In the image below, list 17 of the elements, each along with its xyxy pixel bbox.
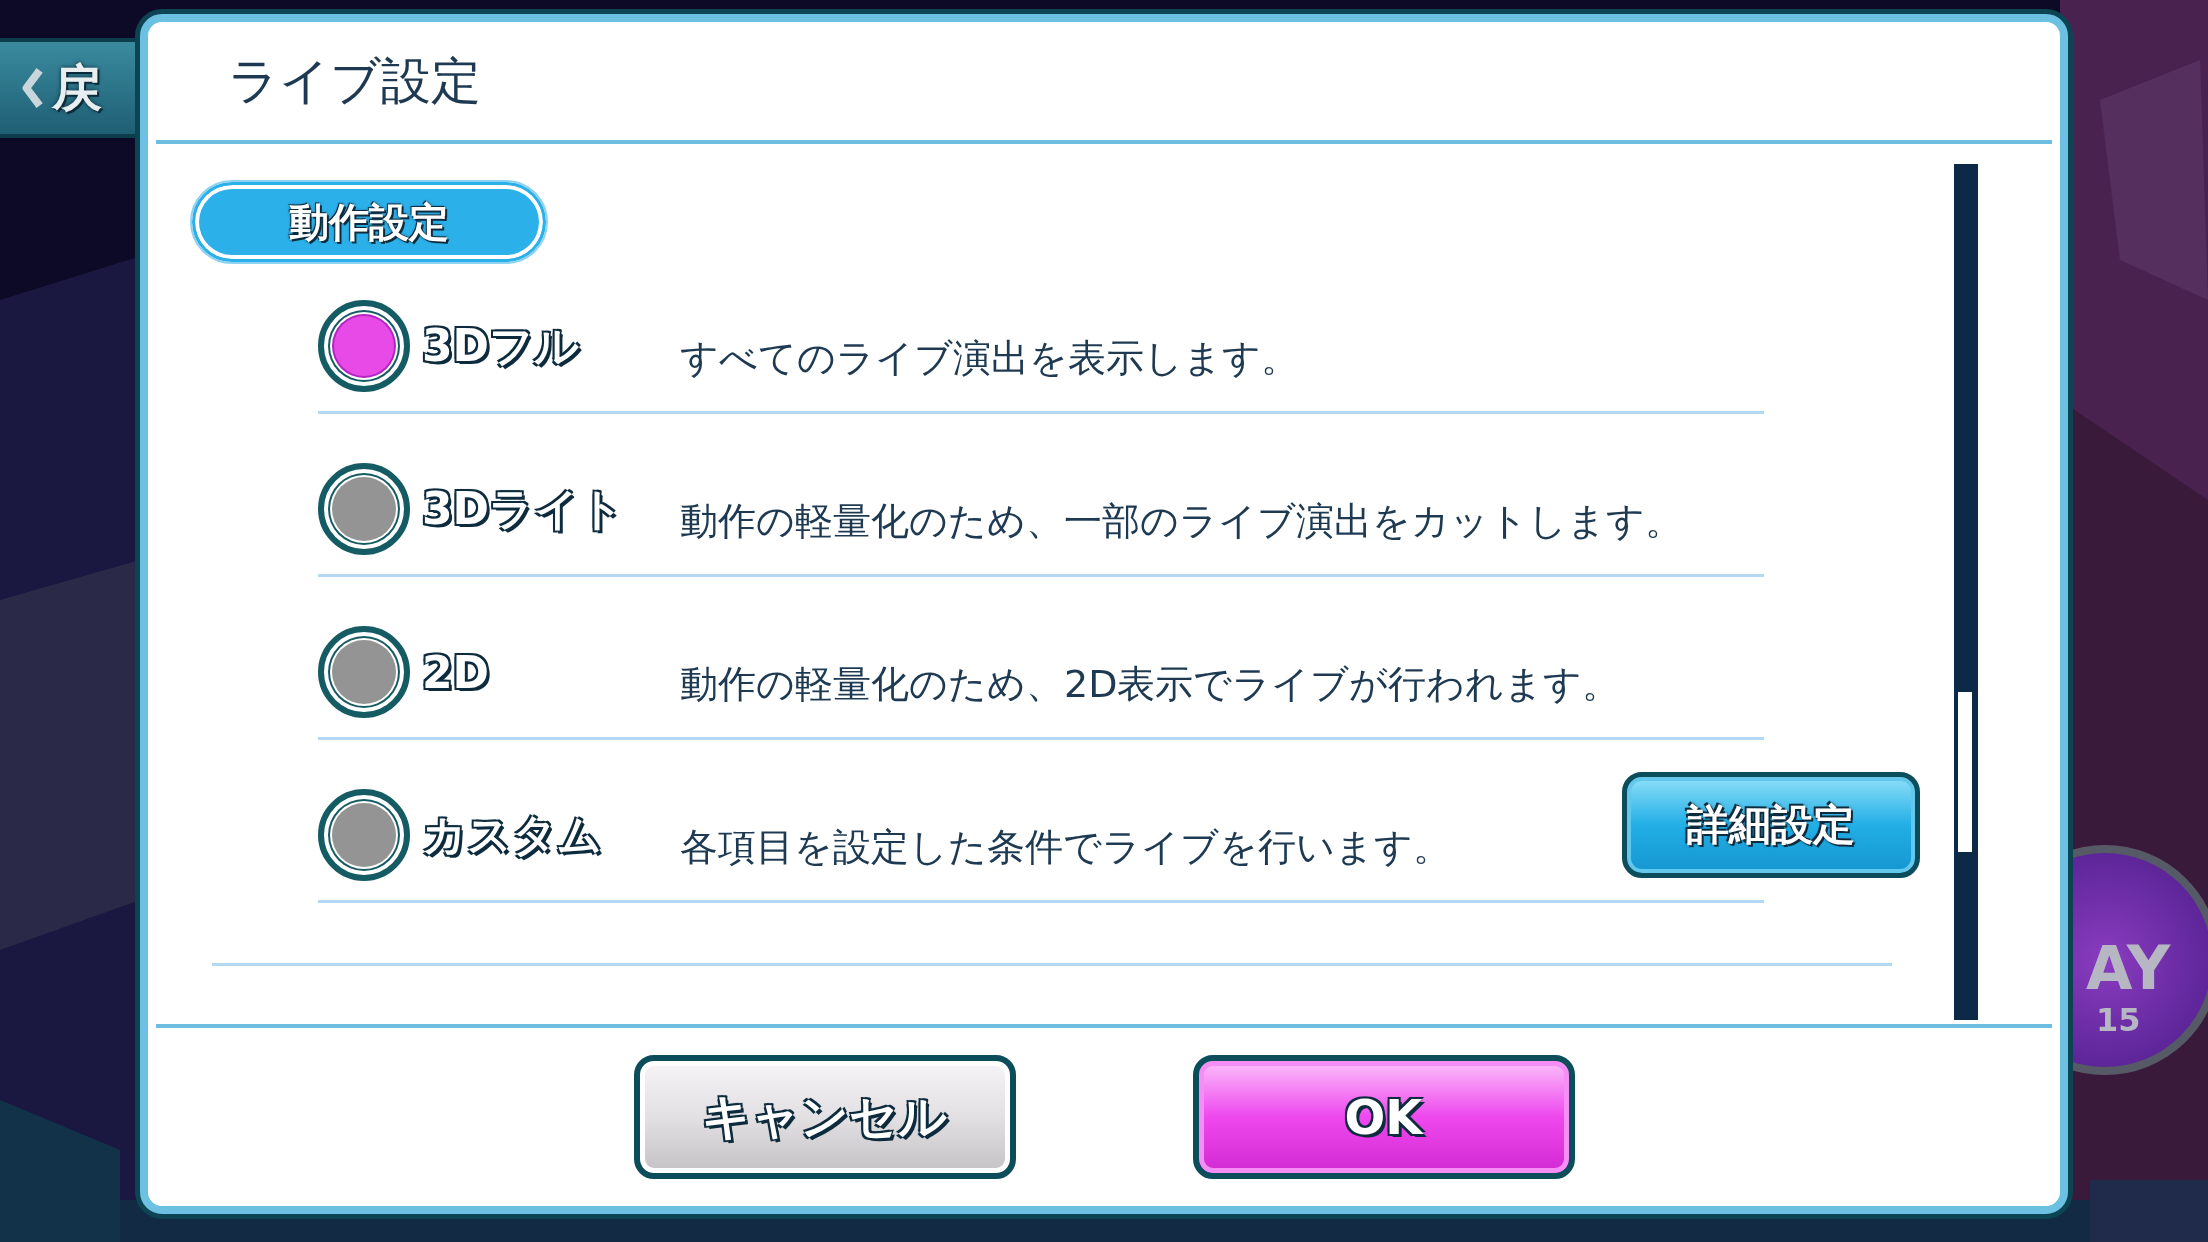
option-label: 2D xyxy=(422,646,491,698)
scrollbar-thumb[interactable] xyxy=(1958,692,1972,852)
option-label: カスタム xyxy=(422,807,603,862)
badge-number: 15 xyxy=(2096,1001,2141,1039)
section-header: 動作設定 xyxy=(192,182,546,262)
option-description: 動作の軽量化のため、2D表示でライブが行われます。 xyxy=(680,660,1622,708)
option-description: 動作の軽量化のため、一部のライブ演出をカットします。 xyxy=(680,497,1684,545)
ok-button[interactable]: OK xyxy=(1192,1055,1575,1179)
chevron-left-icon xyxy=(22,66,44,110)
option-label: 3Dフル xyxy=(422,318,583,373)
badge-text: AY xyxy=(2086,933,2171,1003)
dialog-title: ライブ設定 xyxy=(228,50,481,112)
option-description: すべてのライブ演出を表示します。 xyxy=(680,334,1300,382)
option-description: 各項目を設定した条件でライブを行います。 xyxy=(680,823,1452,871)
scrollbar[interactable] xyxy=(1954,164,1978,1020)
detail-settings-button[interactable]: 詳細設定 xyxy=(1622,772,1920,878)
option-label: 3Dライト xyxy=(422,481,626,536)
